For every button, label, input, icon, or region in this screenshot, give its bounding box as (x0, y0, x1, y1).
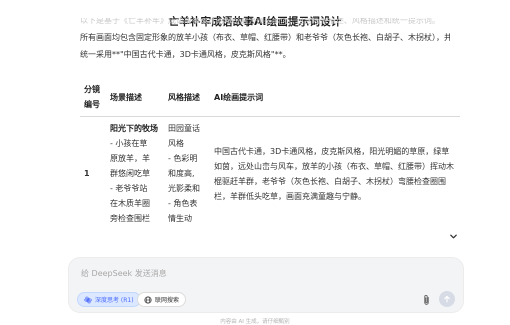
table-row: 1 阳光下的牧场 - 小孩在草 原放羊，羊 群悠闲吃草 - 老爷爷站 在木质羊圈… (80, 117, 460, 231)
attach-button[interactable] (419, 292, 433, 307)
scene-line: 在木质羊圈 (110, 199, 150, 208)
style-line: - 色彩明 (168, 154, 198, 163)
deep-think-icon (84, 296, 92, 303)
row-style: 田园童话 风格 - 色彩明 和度高, 光影柔和 - 角色表 情生动 (164, 117, 210, 231)
scene-line: - 小孩在草 (110, 139, 148, 148)
intro-line: 所有画面均包含固定形象的放羊小孩（布衣、草帽、红腰带）和老爷爷（灰色长袍、白胡子… (80, 33, 450, 42)
paperclip-icon (423, 294, 429, 305)
table-header-row: 分镜编号 场景描述 风格描述 AI绘画提示词 (80, 78, 460, 117)
style-line: 情生动 (168, 214, 192, 223)
deep-think-label: 深度思考 (R1) (95, 297, 134, 304)
message-input[interactable] (81, 266, 381, 280)
web-search-label: 联网搜索 (155, 297, 180, 304)
intro-paragraph: 以下是基于《亡羊补牢》成语故事设计的AI绘画分镜提示词，包含场景描述、风格描述和… (80, 18, 450, 63)
message-composer: 深度思考 (R1) 联网搜索 (68, 257, 464, 313)
scene-line: 旁检查围栏 (110, 214, 150, 223)
scene-title: 阳光下的牧场 (110, 124, 158, 133)
intro-line: 统一采用**"中国古代卡通，3D卡通风格，皮克斯风格"**。 (80, 50, 291, 59)
chevron-down-icon (449, 234, 457, 239)
row-prompt: 中国古代卡通，3D卡通风格，皮克斯风格，阳光明媚的草原，绿草如茵，远处山峦与风车… (214, 146, 454, 201)
web-search-toggle[interactable]: 联网搜索 (137, 292, 187, 307)
row-scene: 阳光下的牧场 - 小孩在草 原放羊，羊 群悠闲吃草 - 老爷爷站 在木质羊圈 旁… (106, 117, 164, 231)
chat-message-area[interactable]: 以下是基于《亡羊补牢》成语故事设计的AI绘画分镜提示词，包含场景描述、风格描述和… (0, 18, 510, 266)
deep-think-toggle[interactable]: 深度思考 (R1) (77, 292, 141, 307)
globe-icon (144, 295, 152, 304)
intro-line: 以下是基于《亡羊补牢》成语故事设计的AI绘画分镜提示词，包含场景描述、风格描述和… (80, 18, 440, 25)
header-style: 风格描述 (164, 78, 210, 117)
scroll-down-button[interactable] (446, 232, 460, 246)
style-line: 和度高, (168, 169, 195, 178)
header-num: 分镜编号 (80, 78, 106, 117)
header-prompt: AI绘画提示词 (210, 78, 460, 117)
style-line: 风格 (168, 139, 184, 148)
ai-disclaimer: 内容由 AI 生成，请仔细甄别 (220, 319, 290, 325)
row-num: 1 (84, 169, 90, 178)
storyboard-table: 分镜编号 场景描述 风格描述 AI绘画提示词 1 阳光下的牧场 - 小孩在草 原… (80, 78, 460, 230)
header-scene: 场景描述 (106, 78, 164, 117)
send-button[interactable] (439, 291, 455, 307)
scene-line: 原放羊，羊 (110, 154, 150, 163)
scene-line: - 老爷爷站 (110, 184, 148, 193)
style-line: - 角色表 (168, 199, 198, 208)
style-line: 田园童话 (168, 124, 200, 133)
arrow-up-icon (444, 295, 450, 303)
scene-line: 群悠闲吃草 (110, 169, 150, 178)
style-line: 光影柔和 (168, 184, 200, 193)
